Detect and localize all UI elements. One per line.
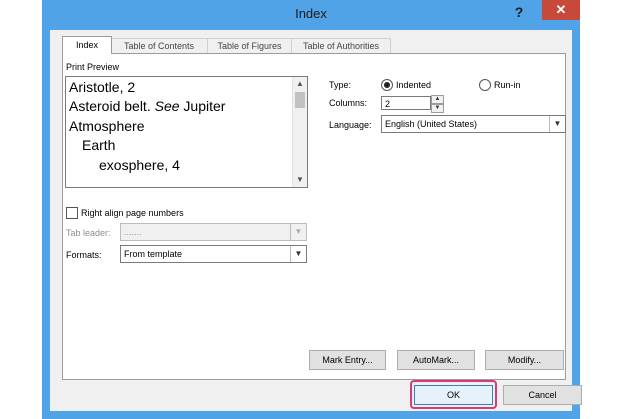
columns-input[interactable]: 2 [381, 96, 431, 110]
right-align-label[interactable]: Right align page numbers [81, 208, 184, 218]
print-preview-box[interactable]: Aristotle, 2 Asteroid belt. See Jupiter … [65, 76, 308, 188]
chevron-down-icon[interactable]: ▼ [290, 246, 306, 262]
ok-button[interactable]: OK [414, 385, 493, 405]
index-dialog: Index ? ✕ Index Table of Contents Table … [42, 0, 582, 419]
print-preview-label: Print Preview [66, 62, 120, 72]
tab-leader-select: ....... ▼ [120, 223, 307, 241]
preview-line-text: Asteroid belt. [69, 98, 155, 114]
run-in-radio-label[interactable]: Run-in [494, 80, 521, 90]
chevron-down-icon: ▼ [290, 224, 306, 240]
automark-button[interactable]: AutoMark... [397, 350, 475, 370]
tab-leader-value: ....... [124, 227, 142, 237]
tab-table-of-figures[interactable]: Table of Figures [207, 38, 292, 53]
formats-value: From template [124, 249, 183, 259]
indented-radio[interactable] [381, 79, 393, 91]
chevron-down-icon[interactable]: ▼ [431, 104, 444, 113]
title-bar[interactable]: Index ? ✕ [42, 0, 580, 30]
preview-line: Atmosphere [69, 118, 145, 134]
scroll-down-icon[interactable]: ▼ [293, 173, 307, 187]
language-value: English (United States) [385, 119, 478, 129]
dialog-client: Index Table of Contents Table of Figures… [50, 30, 582, 411]
indented-radio-label[interactable]: Indented [396, 80, 431, 90]
scroll-thumb[interactable] [295, 92, 305, 108]
cancel-button[interactable]: Cancel [503, 385, 582, 405]
preview-see-target: Jupiter [179, 98, 226, 114]
close-button[interactable]: ✕ [542, 0, 580, 20]
tab-leader-label: Tab leader: [66, 228, 111, 238]
type-label: Type: [329, 80, 352, 90]
formats-label: Formats: [66, 250, 102, 260]
radio-selected-dot [384, 82, 390, 88]
index-tab-panel: Print Preview Aristotle, 2 Asteroid belt… [62, 53, 566, 380]
language-label: Language: [329, 120, 372, 130]
scroll-up-icon[interactable]: ▲ [293, 77, 307, 91]
preview-see-reference: See [154, 98, 180, 114]
chevron-down-icon[interactable]: ▼ [549, 116, 565, 132]
chevron-up-icon[interactable]: ▲ [431, 95, 444, 104]
modify-button[interactable]: Modify... [485, 350, 564, 370]
tab-table-of-contents[interactable]: Table of Contents [110, 38, 208, 53]
preview-line: Earth [82, 137, 116, 153]
window-title: Index [295, 6, 327, 21]
columns-label: Columns: [329, 98, 368, 108]
mark-entry-button[interactable]: Mark Entry... [309, 350, 386, 370]
language-select[interactable]: English (United States) ▼ [381, 115, 566, 133]
formats-select[interactable]: From template ▼ [120, 245, 307, 263]
help-button[interactable]: ? [511, 3, 527, 21]
tab-table-of-authorities[interactable]: Table of Authorities [291, 38, 391, 53]
right-align-checkbox[interactable] [66, 207, 78, 219]
tab-index[interactable]: Index [62, 36, 112, 54]
preview-line: Asteroid belt. See Jupiter [69, 98, 225, 114]
preview-line: Aristotle, 2 [69, 79, 136, 95]
preview-scrollbar[interactable]: ▲ ▼ [292, 77, 307, 187]
run-in-radio[interactable] [479, 79, 491, 91]
preview-line: exosphere, 4 [99, 157, 180, 173]
columns-stepper[interactable]: ▲ ▼ [431, 95, 444, 113]
